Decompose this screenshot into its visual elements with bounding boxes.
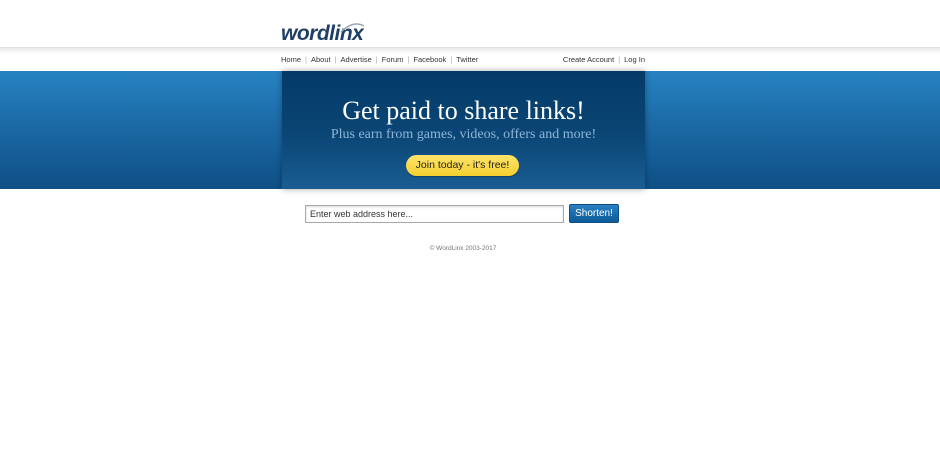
nav-advertise-link[interactable]: Advertise: [341, 55, 372, 64]
nav-separator: |: [375, 55, 378, 64]
log-in-link[interactable]: Log In: [624, 55, 645, 64]
url-shortener-form: Shorten!: [305, 204, 619, 223]
nav-separator: |: [334, 55, 337, 64]
nav-right: Create Account | Log In: [563, 55, 645, 64]
nav-twitter-link[interactable]: Twitter: [456, 55, 478, 64]
nav-about-link[interactable]: About: [311, 55, 331, 64]
nav-separator: |: [305, 55, 307, 64]
url-input[interactable]: [305, 204, 564, 223]
nav-separator: |: [618, 55, 621, 64]
join-today-button[interactable]: Join today - it's free!: [406, 155, 519, 176]
nav-home-link[interactable]: Home: [281, 55, 301, 64]
create-account-link[interactable]: Create Account: [563, 55, 614, 64]
nav-left: Home | About | Advertise | Forum | Faceb…: [281, 55, 478, 64]
nav-forum-link[interactable]: Forum: [382, 55, 404, 64]
navbar: Home | About | Advertise | Forum | Faceb…: [0, 47, 940, 71]
nav-separator: |: [450, 55, 453, 64]
hero-subtitle: Plus earn from games, videos, offers and…: [330, 127, 597, 142]
hero-banner: Get paid to share links! Plus earn from …: [0, 71, 940, 189]
hero-title: Get paid to share links!: [342, 96, 585, 125]
nav-facebook-link[interactable]: Facebook: [413, 55, 446, 64]
hero-panel: Get paid to share links! Plus earn from …: [282, 71, 645, 189]
logo-swoosh-icon: [340, 23, 365, 33]
wordlinx-logo[interactable]: wordlinx: [281, 23, 365, 45]
site-header: wordlinx: [0, 0, 940, 47]
shorten-button[interactable]: Shorten!: [569, 204, 619, 223]
nav-separator: |: [407, 55, 410, 64]
footer-copyright: © WordLinx 2003-2017: [429, 245, 497, 252]
